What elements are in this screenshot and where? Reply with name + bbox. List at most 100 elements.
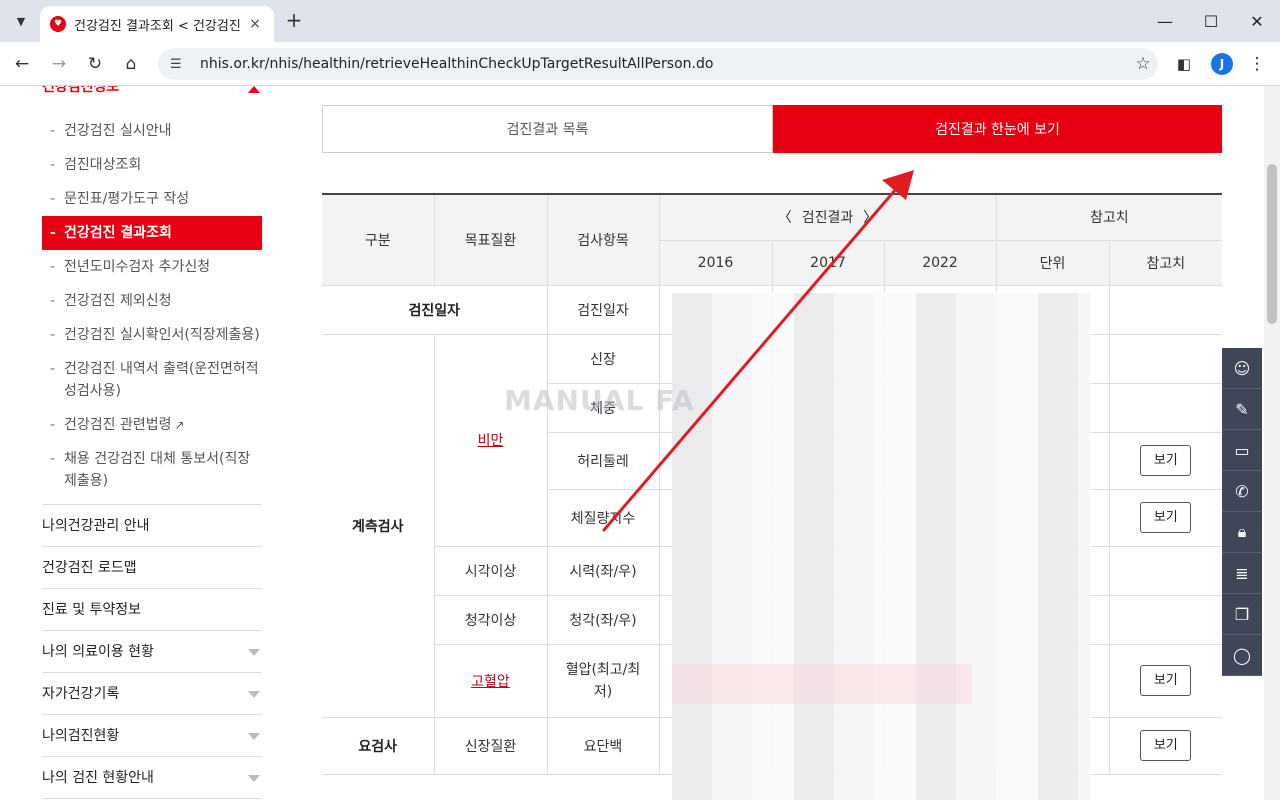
see-button[interactable]: 보기 xyxy=(1140,665,1192,696)
reload-button[interactable]: ↻ xyxy=(81,50,109,78)
sidebar-menu-item-label: 나의 의료이용 현황 xyxy=(42,644,154,660)
home-button[interactable]: ⌂ xyxy=(117,50,145,78)
sidebar-sub-item[interactable]: 건강검진 실시안내 xyxy=(42,114,262,148)
home-icon: ⌂ xyxy=(125,54,137,74)
sidebar-sub-item[interactable]: 건강검진 결과조회 xyxy=(42,216,262,250)
scrollbar-thumb[interactable] xyxy=(1267,164,1277,324)
copy-icon[interactable]: ❐ xyxy=(1222,594,1262,635)
phone-icon[interactable]: ✆ xyxy=(1222,471,1262,512)
window-maximize-button[interactable]: ☐ xyxy=(1188,0,1234,42)
sidebar-menu-item-label: 나의 검진 현황안내 xyxy=(42,770,154,786)
lnb-sub-menu: 건강검진 실시안내검진대상조회문진표/평가도구 작성건강검진 결과조회전년도미수… xyxy=(42,114,262,498)
bookmark-star-icon[interactable]: ☆ xyxy=(1128,54,1158,74)
prev-year-icon[interactable]: 〈 xyxy=(778,207,792,227)
browser-toolbar: ← → ↻ ⌂ ☰ nhis.or.kr/nhis/healthin/retri… xyxy=(0,42,1280,86)
site-info-icon[interactable]: ☰ xyxy=(170,57,188,72)
lock-icon[interactable]: 🔒︎ xyxy=(1222,512,1262,553)
hypertension-link[interactable]: 고혈압 xyxy=(471,674,510,690)
header-year-3: 2022 xyxy=(884,240,997,286)
expand-down-icon xyxy=(248,691,260,698)
header-year-1: 2016 xyxy=(659,240,773,286)
sidebar-sub-item-label: 전년도미수검자 추가신청 xyxy=(64,259,211,275)
sidebar-sub-item-label: 건강검진 결과조회 xyxy=(64,225,172,241)
arrow-right-icon: → xyxy=(51,54,67,74)
expand-down-icon xyxy=(248,775,260,782)
header-unit: 단위 xyxy=(996,240,1110,286)
profile-avatar[interactable]: J xyxy=(1211,53,1233,75)
address-bar[interactable]: ☰ nhis.or.kr/nhis/healthin/retrieveHealt… xyxy=(158,48,1158,80)
side-panel-button[interactable]: ◧ xyxy=(1170,50,1198,78)
browser-menu-button[interactable]: ⋮ xyxy=(1243,50,1271,78)
bmi-item: 체질량지수 xyxy=(547,489,660,547)
arrow-left-icon: ← xyxy=(14,54,30,74)
sidebar-sub-item-label: 문진표/평가도구 작성 xyxy=(64,191,190,207)
favicon-icon: ♥ xyxy=(50,16,66,32)
sidebar-sub-item[interactable]: 건강검진 실시확인서(직장제출용) xyxy=(42,318,262,352)
chat-icon[interactable]: ◯ xyxy=(1222,635,1262,676)
chevron-down-icon: ▼ xyxy=(16,14,26,28)
sidebar-sub-item-label: 건강검진 실시확인서(직장제출용) xyxy=(64,327,260,343)
expand-down-icon xyxy=(248,733,260,740)
next-year-icon[interactable]: 〉 xyxy=(863,207,877,227)
header-reference: 참고치 xyxy=(996,195,1223,241)
kidney-disease: 신장질환 xyxy=(434,717,548,775)
sidebar-menu-item[interactable]: 나의 검진 현황안내 xyxy=(42,757,262,799)
forward-button[interactable]: → xyxy=(45,50,73,78)
page-scrollbar[interactable] xyxy=(1264,86,1280,800)
tab-search-button[interactable]: ▼ xyxy=(8,8,34,34)
tab-result-list[interactable]: 검진결과 목록 xyxy=(322,105,773,153)
document-icon[interactable]: ≣ xyxy=(1222,553,1262,594)
sidebar-menu-item-label: 진료 및 투약정보 xyxy=(42,602,142,618)
new-tab-button[interactable]: + xyxy=(282,9,306,33)
sidebar-sub-item[interactable]: 검진대상조회 xyxy=(42,148,262,182)
sidebar-menu-item[interactable]: 나의건강관리 안내 xyxy=(42,505,262,547)
sidebar-menu-item[interactable]: 나의검진현황 xyxy=(42,715,262,757)
header-results: 〈 검진결과 〉 xyxy=(659,195,997,241)
expand-down-icon xyxy=(248,649,260,656)
sidebar-menu-item[interactable]: 건강검진 로드맵 xyxy=(42,547,262,589)
reload-icon: ↻ xyxy=(87,54,103,74)
see-button[interactable]: 보기 xyxy=(1140,502,1192,533)
person-icon[interactable]: ☺ xyxy=(1222,348,1262,389)
redacted-highlight xyxy=(672,664,972,704)
window-close-button[interactable]: ✕ xyxy=(1234,0,1280,42)
header-test-item: 검사항목 xyxy=(547,195,660,286)
url-text[interactable]: nhis.or.kr/nhis/healthin/retrieveHealthi… xyxy=(200,56,1128,72)
back-button[interactable]: ← xyxy=(8,50,36,78)
sidebar-menu-item[interactable]: 나의 의료이용 현황 xyxy=(42,631,262,673)
sidebar-sub-item-label: 건강검진 내역서 출력(운전면허적성검사용) xyxy=(64,361,259,399)
tab-result-overview[interactable]: 검진결과 한눈에 보기 xyxy=(773,105,1222,153)
sidebar-sub-item[interactable]: 전년도미수검자 추가신청 xyxy=(42,250,262,284)
hypertension-disease[interactable]: 고혈압 xyxy=(434,644,548,718)
header-target-disease: 목표질환 xyxy=(434,195,548,286)
exam-date-item: 검진일자 xyxy=(547,285,660,335)
sidebar-sub-item[interactable]: 건강검진 제외신청 xyxy=(42,284,262,318)
bookmark-icon[interactable]: ✎ xyxy=(1222,389,1262,430)
exam-date-category: 검진일자 xyxy=(322,285,548,335)
sidebar-sub-item[interactable]: 건강검진 내역서 출력(운전면허적성검사용) xyxy=(42,352,262,408)
urine-category: 요검사 xyxy=(322,717,435,775)
waist-item: 허리둘레 xyxy=(547,432,660,490)
sidebar-sub-item[interactable]: 건강검진 관련법령↗ xyxy=(42,408,262,442)
see-button[interactable]: 보기 xyxy=(1140,730,1192,761)
vision-item: 시력(좌/우) xyxy=(547,546,660,596)
obesity-link[interactable]: 비만 xyxy=(478,433,504,449)
sidebar-menu-item-label: 나의건강관리 안내 xyxy=(42,518,150,534)
browser-tab[interactable]: ♥ 건강검진 결과조회 < 건강검진 × xyxy=(40,6,274,42)
obesity-disease[interactable]: 비만 xyxy=(434,334,548,547)
left-navigation: 건강검진정보 건강검진 실시안내검진대상조회문진표/평가도구 작성건강검진 결과… xyxy=(42,86,262,799)
window-minimize-button[interactable]: — xyxy=(1142,0,1188,42)
watermark-text: MANUAL FA xyxy=(504,384,695,417)
sidebar-sub-item[interactable]: 문진표/평가도구 작성 xyxy=(42,182,262,216)
header-year-2: 2017 xyxy=(772,240,885,286)
protein-item: 요단백 xyxy=(547,717,660,775)
quick-menu-bar: ☺ ✎ ▭ ✆ 🔒︎ ≣ ❐ ◯ xyxy=(1222,348,1262,676)
result-view-tabs: 검진결과 목록 검진결과 한눈에 보기 xyxy=(322,105,1222,153)
see-button[interactable]: 보기 xyxy=(1140,445,1192,476)
sidebar-sub-item[interactable]: 채용 건강검진 대체 통보서(직장제출용) xyxy=(42,442,262,498)
sidebar-menu-item[interactable]: 진료 및 투약정보 xyxy=(42,589,262,631)
tab-close-button[interactable]: × xyxy=(246,16,264,32)
monitor-icon[interactable]: ▭ xyxy=(1222,430,1262,471)
lnb-section-header[interactable]: 건강검진정보 xyxy=(42,86,262,98)
sidebar-menu-item[interactable]: 자가건강기록 xyxy=(42,673,262,715)
